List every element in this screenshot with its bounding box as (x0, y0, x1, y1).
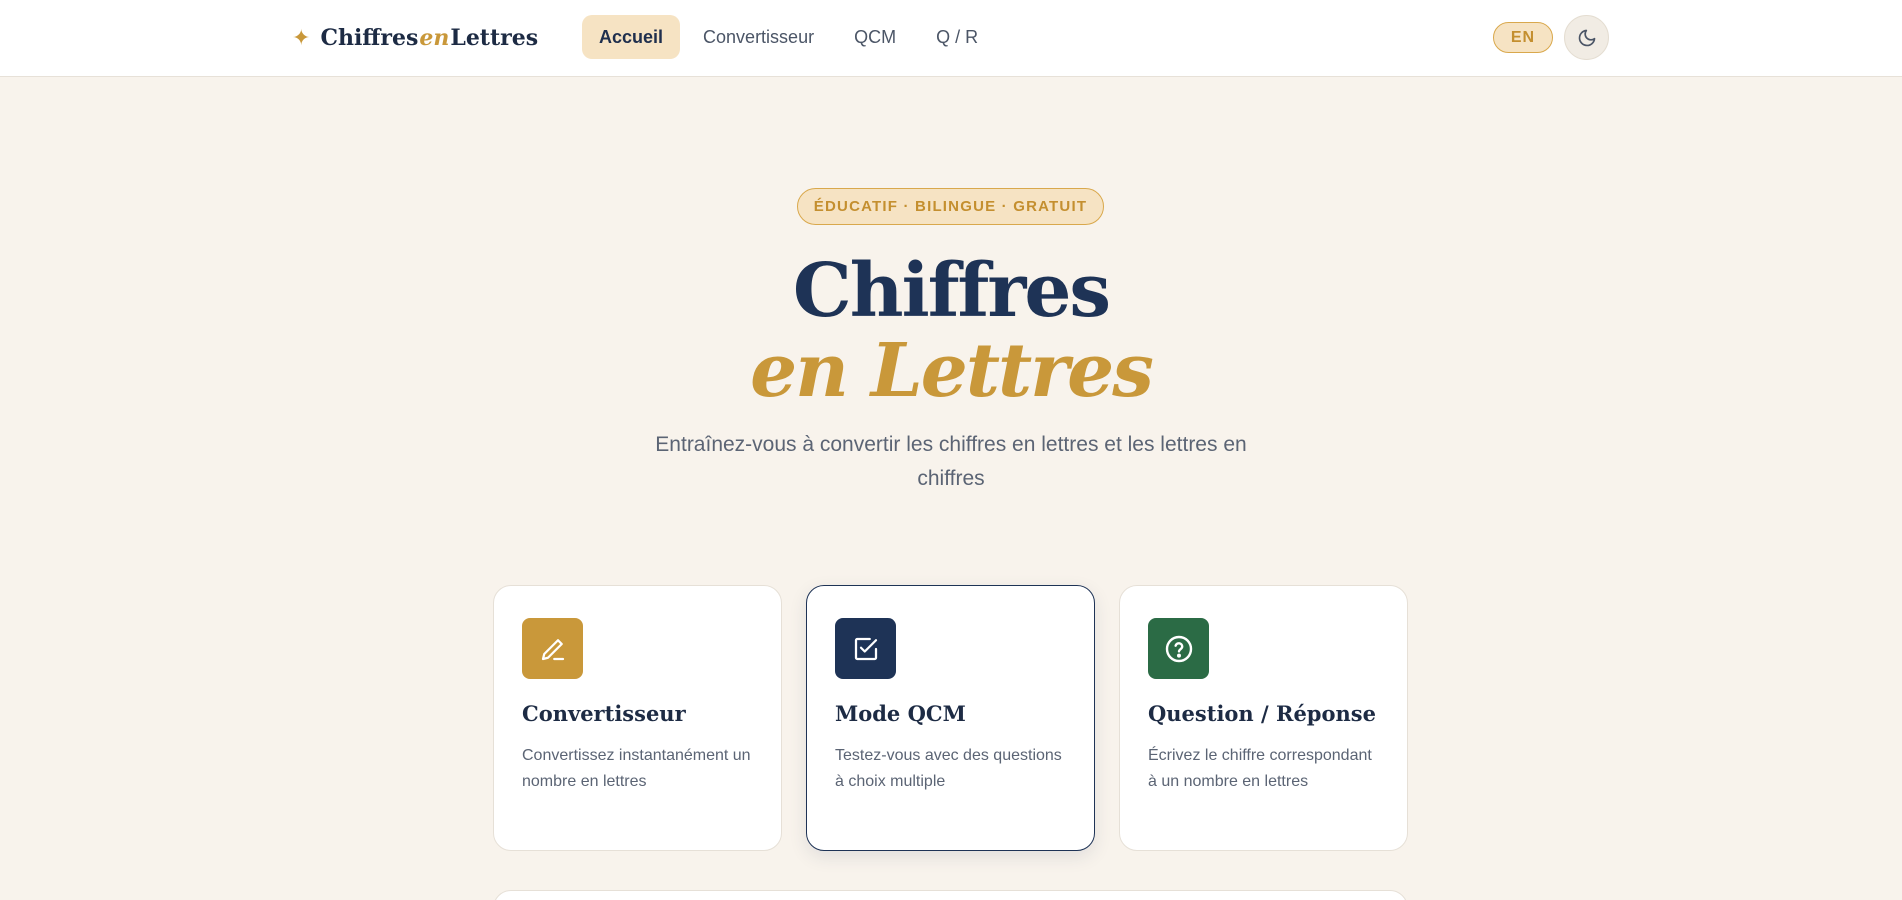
card-title: Convertisseur (522, 701, 686, 726)
card-description: Convertissez instantanément un nombre en… (522, 747, 751, 790)
next-section-card (493, 890, 1408, 900)
checkbox-icon (854, 637, 877, 660)
nav-accueil[interactable]: Accueil (582, 15, 681, 59)
top-navbar: ✦ ChiffresenLettres Accueil Convertisseu… (0, 0, 1902, 77)
pencil-icon (541, 638, 564, 660)
question-circle-icon (1165, 635, 1192, 662)
hero-title-line2: en Lettres (750, 328, 1154, 414)
tagline-badge: ÉDUCATIF · BILINGUE · GRATUIT (797, 188, 1104, 225)
card-title: Mode QCM (835, 701, 966, 726)
nav-convertisseur[interactable]: Convertisseur (686, 15, 831, 59)
hero-subtitle: Entraînez-vous à convertir les chiffres … (655, 433, 1247, 490)
nav-qr[interactable]: Q / R (919, 15, 995, 59)
card-description: Testez-vous avec des questions à choix m… (835, 747, 1062, 790)
moon-icon (1578, 29, 1595, 46)
card-convertisseur[interactable]: Convertisseur Convertissez instantanémen… (493, 585, 782, 851)
card-description: Écrivez le chiffre correspondant à un no… (1148, 747, 1372, 790)
card-icon-box (522, 618, 583, 679)
sparkle-icon: ✦ (292, 25, 311, 51)
hero-title-line1: Chiffres (792, 248, 1111, 334)
card-mode-qcm[interactable]: Mode QCM Testez-vous avec des questions … (806, 585, 1095, 851)
theme-toggle-button[interactable] (1564, 15, 1609, 60)
card-icon-box (1148, 618, 1209, 679)
brand-logo[interactable]: ✦ ChiffresenLettres (292, 22, 538, 54)
language-toggle-button[interactable]: EN (1493, 22, 1553, 53)
card-icon-box (835, 618, 896, 679)
card-question-reponse[interactable]: Question / Réponse Écrivez le chiffre co… (1119, 585, 1408, 851)
card-title: Question / Réponse (1148, 701, 1376, 726)
nav-qcm[interactable]: QCM (837, 15, 913, 59)
main-nav: Accueil Convertisseur QCM Q / R (582, 15, 1001, 59)
brand-text: ChiffresenLettres (320, 25, 539, 51)
